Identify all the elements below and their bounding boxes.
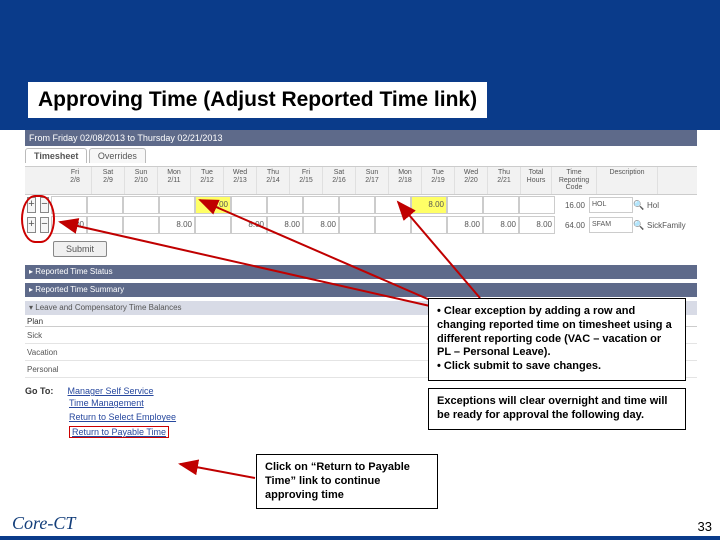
trc-description: Hol [643,201,697,210]
row-total: 16.00 [555,201,589,210]
hours-input[interactable]: 8.00 [447,216,483,234]
hours-input[interactable] [447,196,483,214]
link-return-select-employee[interactable]: Return to Select Employee [69,412,176,422]
plan-header: Plan [25,317,287,326]
hours-input[interactable]: 8.00 [303,216,339,234]
link-return-payable-time[interactable]: Return to Payable Time [69,426,169,438]
submit-button[interactable]: Submit [53,241,107,257]
trc-description: SickFamily [643,221,697,230]
core-ct-logo: Core-CT [12,513,75,534]
hours-input[interactable] [519,196,555,214]
hours-input[interactable] [339,196,375,214]
hours-input[interactable] [123,216,159,234]
hours-input[interactable]: 8.00 [159,216,195,234]
row-total: 64.00 [555,221,589,230]
table-row: + − 8.00 8.00 8.00 8.00 8.00 8.00 8.00 8… [25,215,697,235]
hours-input[interactable]: 8.00 [195,196,231,214]
hours-input[interactable] [375,216,411,234]
hours-input[interactable] [267,196,303,214]
hours-input[interactable] [375,196,411,214]
day-header-row: Fri2/8 Sat2/9 Sun2/10 Mon2/11 Tue2/12 We… [25,166,697,195]
hours-input[interactable] [483,196,519,214]
hours-input[interactable]: 8.00 [483,216,519,234]
hours-input[interactable] [159,196,195,214]
footer-bar [0,536,720,540]
table-row: + − 8.00 8.00 16.00 HOL 🔍 Hol [25,195,697,215]
hours-input[interactable] [411,216,447,234]
hours-input[interactable]: 8.00 [411,196,447,214]
hours-input[interactable] [195,216,231,234]
goto-label: Go To: [25,386,65,396]
link-time-management[interactable]: Time Management [69,398,144,408]
hours-input[interactable] [231,196,267,214]
callout-instructions: • Clear exception by adding a row and ch… [428,298,686,381]
reported-time-status-section[interactable]: ▸ Reported Time Status [25,265,697,279]
trc-input[interactable]: HOL [589,197,633,213]
highlight-circle [21,195,55,243]
hours-input[interactable] [87,196,123,214]
hours-input[interactable] [87,216,123,234]
callout-return-link: Click on “Return to Payable Time” link t… [256,454,438,509]
trc-input[interactable]: SFAM [589,217,633,233]
tab-timesheet[interactable]: Timesheet [25,148,87,163]
hours-input[interactable]: 8.00 [231,216,267,234]
hours-input[interactable]: 8.00 [267,216,303,234]
date-range: From Friday 02/08/2013 to Thursday 02/21… [25,130,697,146]
hours-input[interactable]: 8.00 [519,216,555,234]
hours-input[interactable] [51,196,87,214]
tab-overrides[interactable]: Overrides [89,148,146,163]
page-number: 33 [698,519,712,534]
hours-input[interactable] [303,196,339,214]
hours-input[interactable] [339,216,375,234]
reported-time-summary-section[interactable]: ▸ Reported Time Summary [25,283,697,297]
link-manager-self-service[interactable]: Manager Self Service [68,386,154,396]
hours-input[interactable] [123,196,159,214]
page-title: Approving Time (Adjust Reported Time lin… [28,82,487,118]
hours-input[interactable]: 8.00 [51,216,87,234]
callout-overnight-note: Exceptions will clear overnight and time… [428,388,686,430]
